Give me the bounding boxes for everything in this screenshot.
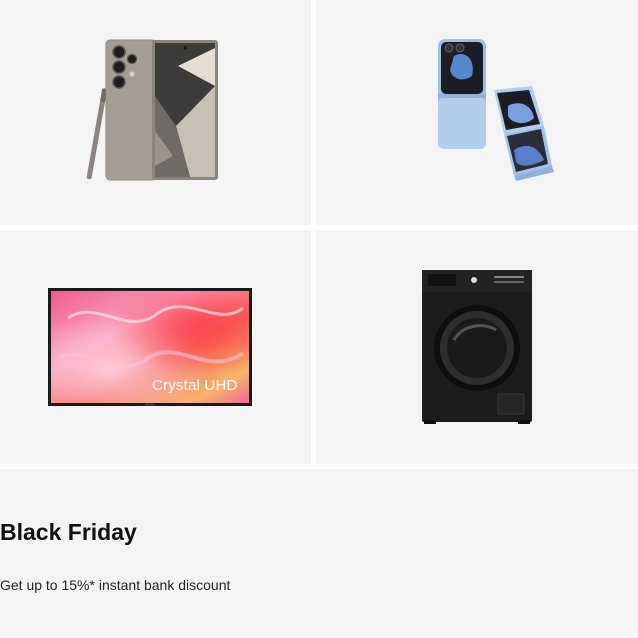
front-load-washer-image [422, 270, 532, 424]
tile-galaxy-s24-ultra[interactable] [0, 0, 311, 225]
tile-washing-machine[interactable] [316, 230, 638, 464]
flip-phone-image [438, 39, 554, 181]
promo-title: Black Friday [0, 519, 137, 545]
tv-screen-text: Crystal UHD [152, 377, 238, 394]
smartphone-with-stylus-image [86, 39, 218, 181]
promo-banner [0, 469, 638, 638]
tile-crystal-uhd-tv[interactable]: Crystal UHD [0, 230, 311, 464]
promo-subtitle: Get up to 15%* instant bank discount [0, 577, 231, 593]
product-grid-page: Crystal UHD Black Friday Get up to 15%* … [0, 0, 638, 638]
tile-galaxy-z-flip6[interactable] [316, 0, 638, 225]
